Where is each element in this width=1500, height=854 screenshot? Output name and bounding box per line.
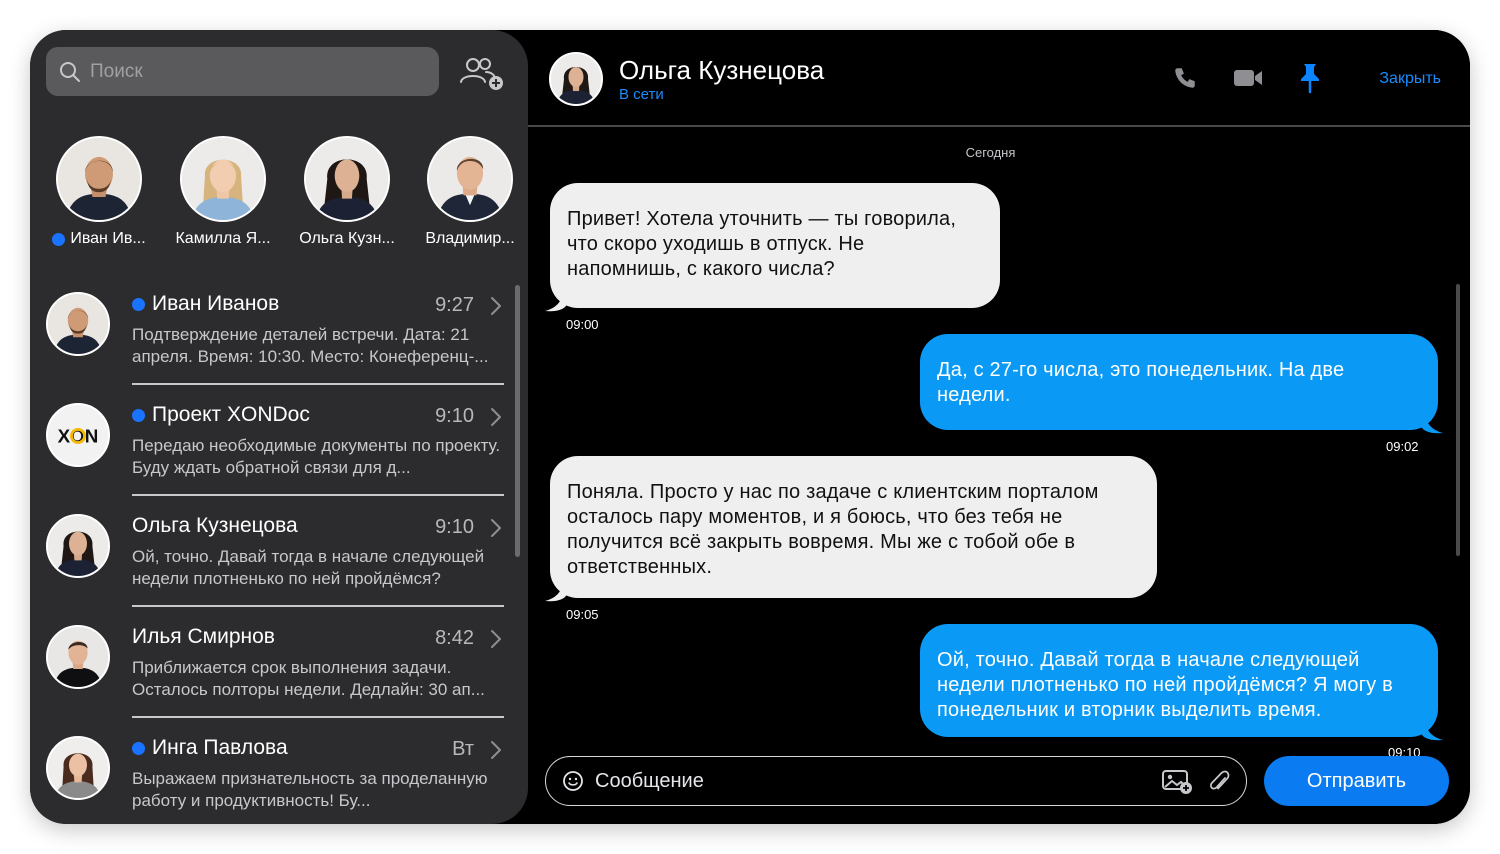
message-bubble: Да, с 27-го числа, это понедельник. На д… [920,334,1443,434]
message-time: 09:05 [566,607,599,622]
unread-indicator [132,408,145,422]
chat-title: Инга Павлова [152,736,288,759]
close-button[interactable]: Закрыть [1379,70,1441,88]
avatar[interactable] [549,52,603,106]
message-input[interactable] [595,767,1135,795]
message-bubble: Поняла. Просто у нас по задаче с клиентс… [545,456,1157,602]
send-button[interactable]: Отправить [1264,756,1449,806]
chat-list: Иван Иванов 9:27 Подтверждение деталей в… [30,286,528,824]
message-text: Привет! Хотела уточнить — ты говорила, ч… [567,208,957,280]
divider [132,494,504,496]
avatar: XON [46,403,110,467]
chevron-right-icon [490,740,502,760]
message-text: Ой, точно. Давай тогда в начале следующе… [937,649,1393,721]
paperclip-icon[interactable] [1208,769,1230,795]
bubble-tail [1421,719,1443,741]
avatar [304,136,390,222]
add-group-icon[interactable] [458,56,506,92]
avatar [427,136,513,222]
avatar [46,514,110,578]
chat-list-item[interactable]: Иван Иванов 9:27 Подтверждение деталей в… [30,286,528,397]
conversation-panel: Ольга Кузнецова В сети Закрыть Сегодня П… [528,30,1470,824]
avatar [46,292,110,356]
chat-list-scrollbar[interactable] [515,285,520,557]
message-time: 09:00 [566,317,599,332]
search-input[interactable] [90,60,390,83]
search-icon [60,61,80,82]
message-bubble: Привет! Хотела уточнить — ты говорила, ч… [545,183,1000,312]
message-incoming: Поняла. Просто у нас по задаче с клиентс… [545,456,1157,602]
message-bubble: Ой, точно. Давай тогда в начале следующе… [920,624,1443,741]
date-separator: Сегодня [965,145,1016,160]
sidebar: Иван Ив... Камилла Я... Ольга Кузн... Вл… [30,30,528,824]
chat-title: Илья Смирнов [132,625,275,648]
message-text: Поняла. Просто у нас по задаче с клиентс… [567,481,1099,578]
emoji-icon[interactable] [562,770,584,792]
story-item[interactable]: Ольга Кузн... [288,136,406,248]
message-outgoing: Ой, точно. Давай тогда в начале следующе… [920,624,1443,741]
phone-icon[interactable] [1172,64,1198,92]
pin-icon[interactable] [1298,62,1322,94]
chat-preview: Ой, точно. Давай тогда в начале следующе… [132,547,485,588]
divider [132,605,504,607]
bubble-tail [1421,412,1443,434]
story-item[interactable]: Камилла Я... [164,136,282,248]
bubble-tail [545,290,567,312]
chat-list-item[interactable]: Илья Смирнов 8:42 Приближается срок выпо… [30,619,528,730]
contact-status: В сети [619,86,664,103]
video-icon[interactable] [1232,64,1264,92]
stories-row: Иван Ив... Камилла Я... Ольга Кузн... Вл… [30,136,528,256]
chat-time: 9:27 [435,294,474,316]
divider [132,383,504,385]
chat-list-item[interactable]: XON Проект XONDoc 9:10 Передаю необходим… [30,397,528,508]
chat-time: 9:10 [435,516,474,538]
avatar [46,625,110,689]
chevron-right-icon [490,518,502,538]
avatar [56,136,142,222]
message-time: 09:02 [1386,439,1419,454]
story-item[interactable]: Владимир... [411,136,528,248]
conversation-scrollbar[interactable] [1456,284,1460,556]
chat-time: 8:42 [435,627,474,649]
avatar [46,736,110,800]
chat-time: Вт [452,738,474,760]
story-name: Иван Ив... [70,230,146,247]
conversation-header: Ольга Кузнецова В сети Закрыть [528,30,1470,127]
unread-indicator [132,741,145,755]
message-outgoing: Да, с 27-го числа, это понедельник. На д… [920,334,1443,434]
chat-title: Проект XONDoc [152,403,310,426]
chevron-right-icon [490,629,502,649]
chat-preview: Подтверждение деталей встречи. Дата: 21 … [132,325,489,366]
story-name: Владимир... [425,230,515,247]
unread-indicator [132,297,145,311]
story-name: Ольга Кузн... [299,230,395,247]
bubble-tail [545,580,567,602]
chat-title: Ольга Кузнецова [132,514,298,537]
divider [132,716,504,718]
chevron-right-icon [490,407,502,427]
story-item[interactable]: Иван Ив... [40,136,158,248]
chat-preview: Выражаем признательность за проделанную … [132,769,488,810]
messenger-window: Иван Ив... Камилла Я... Ольга Кузн... Вл… [30,30,1470,824]
chevron-right-icon [490,296,502,316]
message-composer [545,756,1247,806]
chat-list-item[interactable]: Инга Павлова Вт Выражаем признательность… [30,730,528,824]
image-add-icon[interactable] [1161,769,1193,795]
story-name: Камилла Я... [175,230,271,247]
search-box[interactable] [46,47,439,96]
contact-name: Ольга Кузнецова [619,55,825,85]
chat-preview: Приближается срок выполнения задачи. Ост… [132,658,485,699]
chat-title: Иван Иванов [152,292,280,315]
online-indicator [52,232,66,246]
chat-preview: Передаю необходимые документы по проекту… [132,436,501,477]
avatar [180,136,266,222]
message-incoming: Привет! Хотела уточнить — ты говорила, ч… [545,183,1000,312]
xon-logo: XON [48,405,108,465]
message-text: Да, с 27-го числа, это понедельник. На д… [937,359,1345,406]
chat-list-item[interactable]: Ольга Кузнецова 9:10 Ой, точно. Давай то… [30,508,528,619]
chat-time: 9:10 [435,405,474,427]
